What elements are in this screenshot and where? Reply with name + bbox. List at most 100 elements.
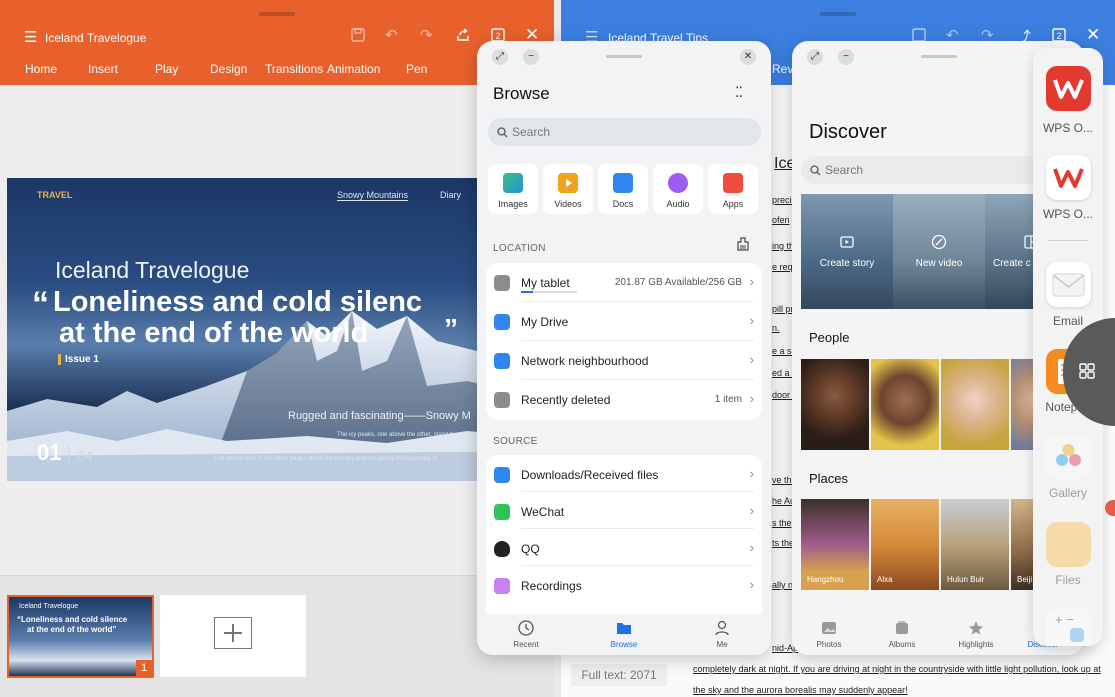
expand-window-icon[interactable]: ⤢ [492, 49, 508, 65]
floating-windows-app-icon[interactable]: + − [1046, 608, 1091, 646]
person-photo[interactable] [871, 359, 939, 450]
star-icon [969, 621, 983, 635]
undo-icon[interactable]: ↶ [385, 26, 398, 44]
files-search-input[interactable]: Search [488, 118, 761, 146]
category-label: Apps [722, 199, 744, 209]
location-recently-deleted[interactable]: Recently deleted 1 item › [486, 380, 762, 419]
nav-me[interactable]: Me [692, 619, 752, 649]
place-hangzhou[interactable]: Hangzhou [801, 499, 869, 590]
location-detail: 1 item [714, 394, 742, 405]
category-audio[interactable]: Audio [653, 164, 703, 214]
redo-icon[interactable]: ↷ [420, 26, 433, 44]
location-my-tablet[interactable]: My tablet 201.87 GB Available/256 GB › [486, 263, 762, 302]
nav-recent[interactable]: Recent [496, 619, 556, 649]
slide-thumbnail-1[interactable]: Iceland Travelogue “Loneliness and cold … [7, 595, 154, 678]
slide-tag: TRAVEL [37, 190, 73, 200]
menu-pen[interactable]: Pen [406, 62, 427, 76]
qq-icon [494, 541, 510, 557]
chevron-right-icon: › [749, 540, 754, 555]
nav-browse[interactable]: Browse [594, 619, 654, 649]
location-card: My tablet 201.87 GB Available/256 GB › M… [486, 263, 762, 420]
slide-quote-line1: Loneliness and cold silenc [53, 286, 423, 318]
location-network-neighbourhood[interactable]: Network neighbourhood › [486, 341, 762, 380]
presentation-titlebar: ☰ Iceland Travelogue ↶ ↷ 2 ✕ Home Insert… [0, 0, 554, 85]
menu-play[interactable]: Play [155, 62, 178, 76]
location-label: Recently deleted [521, 393, 611, 407]
presentation-title: Iceland Travelogue [45, 31, 147, 45]
location-label: Network neighbourhood [521, 354, 649, 368]
close-icon[interactable]: ✕ [1086, 25, 1100, 45]
person-photo[interactable] [801, 359, 869, 450]
chevron-right-icon: › [749, 391, 754, 406]
menu-home[interactable]: Home [25, 62, 57, 76]
minimize-window-icon[interactable]: − [838, 49, 854, 65]
photos-icon [822, 622, 836, 634]
location-label: My Drive [521, 315, 569, 329]
wps-office-app-icon[interactable] [1046, 66, 1091, 111]
window-grip-handle[interactable] [606, 55, 642, 58]
files-app-icon[interactable] [1046, 522, 1091, 567]
tablet-icon [494, 275, 510, 291]
window-grip-handle[interactable] [921, 55, 957, 58]
more-options-icon[interactable]: ⁚⁚ [735, 84, 743, 101]
nav-highlights[interactable]: Highlights [946, 619, 1006, 649]
share-icon[interactable] [455, 27, 471, 47]
document-line: n. [772, 323, 780, 333]
search-icon [810, 165, 821, 176]
nav-albums[interactable]: Albums [872, 619, 932, 649]
gallery-app-icon[interactable] [1046, 434, 1091, 479]
cleanup-icon[interactable] [736, 237, 750, 251]
place-alxa[interactable]: Alxa [871, 499, 939, 590]
slide-nav-diary: Diary [440, 190, 462, 200]
minimize-window-icon[interactable]: − [523, 49, 539, 65]
location-my-drive[interactable]: My Drive › [486, 302, 762, 341]
svg-text:2: 2 [495, 31, 500, 41]
nav-photos[interactable]: Photos [799, 619, 859, 649]
slide-canvas[interactable]: TRAVEL Snowy Mountains Diary Iceland Tra… [7, 178, 554, 481]
source-downloads[interactable]: Downloads/Received files › [486, 455, 762, 492]
category-videos[interactable]: Videos [543, 164, 593, 214]
create-story-tile[interactable]: Create story [801, 194, 893, 309]
category-images[interactable]: Images [488, 164, 538, 214]
source-label: Downloads/Received files [521, 468, 659, 482]
close-window-icon[interactable]: ✕ [740, 49, 756, 65]
source-wechat[interactable]: WeChat › [486, 492, 762, 529]
thumbnail-number-badge: 1 [136, 660, 152, 676]
chevron-right-icon: › [749, 577, 754, 592]
files-floating-window: ⤢ − ✕ Browse ⁚⁚ Search Images Videos Doc… [477, 41, 771, 655]
chevron-right-icon: › [749, 274, 754, 289]
gallery-title: Discover [809, 121, 887, 143]
email-app-icon[interactable] [1046, 262, 1091, 307]
nav-label: Browse [610, 640, 638, 649]
menu-animation[interactable]: Animation [327, 62, 380, 76]
new-video-tile[interactable]: New video [893, 194, 985, 309]
hamburger-menu-icon[interactable]: ☰ [24, 28, 37, 46]
menu-transitions[interactable]: Transitions [265, 62, 323, 76]
source-recordings[interactable]: Recordings › [486, 566, 762, 603]
apps-icon [723, 173, 743, 193]
tile-label: Create story [819, 258, 875, 269]
menu-insert[interactable]: Insert [88, 62, 118, 76]
word-count-badge[interactable]: Full text: 2071 [571, 664, 667, 686]
grid-icon [1079, 363, 1095, 379]
wps-office-app-icon[interactable] [1046, 155, 1091, 200]
nav-label: Recent [513, 640, 539, 649]
slide-tagline: Rugged and fascinating——Snowy M [288, 410, 471, 422]
save-icon[interactable] [350, 27, 366, 47]
slide-quote-open: “ [32, 285, 49, 323]
document-line: ts the [772, 538, 795, 548]
source-label: WeChat [521, 505, 565, 519]
window-grip-handle[interactable] [259, 12, 295, 16]
place-hulun-buir[interactable]: Hulun Buir [941, 499, 1009, 590]
video-icon [931, 234, 947, 250]
source-qq[interactable]: QQ › [486, 529, 762, 566]
menu-design[interactable]: Design [210, 62, 247, 76]
category-docs[interactable]: Docs [598, 164, 648, 214]
add-slide-button[interactable] [160, 595, 306, 677]
expand-window-icon[interactable]: ⤢ [807, 49, 823, 65]
audio-icon [668, 173, 688, 193]
category-apps[interactable]: Apps [708, 164, 758, 214]
window-grip-handle[interactable] [820, 12, 856, 16]
person-photo[interactable] [941, 359, 1009, 450]
nav-label: Photos [816, 640, 842, 649]
